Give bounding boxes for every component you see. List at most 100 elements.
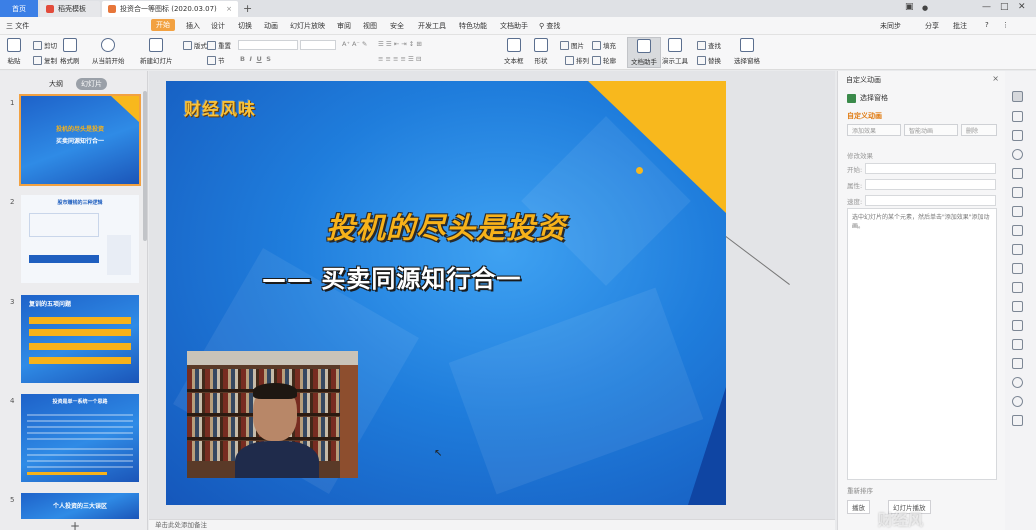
slide-thumbnail-5[interactable]: 个人投资的三大误区: [21, 493, 139, 519]
format-painter-button[interactable]: 格式刷: [60, 38, 80, 65]
layout-tool-icon[interactable]: [1012, 187, 1023, 198]
user-avatar-icon[interactable]: ●: [922, 4, 928, 12]
thumbnail-scrollbar[interactable]: [143, 91, 147, 241]
help-icon[interactable]: ?: [985, 21, 989, 29]
menu-view[interactable]: 视图: [363, 21, 377, 31]
slide-subtitle[interactable]: —— 买卖同源知行合一: [262, 259, 521, 294]
menu-transition[interactable]: 切换: [238, 21, 252, 31]
textbox-icon: [506, 38, 521, 52]
location-tool-icon[interactable]: [1012, 149, 1023, 160]
paste-label: 粘贴: [7, 57, 21, 65]
doc-assistant-button[interactable]: 文档助手: [627, 37, 661, 68]
close-panel-icon[interactable]: ×: [992, 74, 999, 83]
select-pane-link[interactable]: 选择窗格: [847, 93, 888, 103]
menu-insert[interactable]: 插入: [186, 21, 200, 31]
smart-animation-button[interactable]: 智能动画: [904, 124, 958, 136]
font-grow-button[interactable]: A⁺ A⁻ ✎: [342, 40, 367, 48]
section-button[interactable]: 节: [207, 55, 225, 65]
copy-button[interactable]: 复制: [33, 55, 57, 65]
play-from-current-button[interactable]: 从当前开始: [92, 38, 125, 65]
align-buttons[interactable]: ≡ ≡ ≡ ≡ ☰ ⊟: [378, 55, 421, 63]
menu-features[interactable]: 特色功能: [459, 21, 487, 31]
reset-button[interactable]: 重置: [207, 40, 231, 50]
textbox-button[interactable]: 文本框: [504, 38, 524, 65]
replace-button[interactable]: 替换: [697, 55, 721, 65]
grid-tool-icon[interactable]: [1012, 206, 1023, 217]
menu-developer[interactable]: 开发工具: [418, 21, 446, 31]
arrange-button[interactable]: 排列: [565, 55, 589, 65]
style-tool-icon[interactable]: [1012, 130, 1023, 141]
picture-tool-icon[interactable]: [1012, 339, 1023, 350]
presenter-tools-button[interactable]: 演示工具: [662, 38, 688, 65]
audio-tool-icon[interactable]: [1012, 358, 1023, 369]
menu-review[interactable]: 审阅: [337, 21, 351, 31]
chart-tool-icon[interactable]: [1012, 225, 1023, 236]
minimize-icon[interactable]: —: [982, 2, 991, 12]
tab-template[interactable]: 稻壳模板: [40, 1, 100, 17]
tab-document[interactable]: 投资合一等图标 (2020.03.07) ×: [102, 1, 238, 17]
shape-tool-icon[interactable]: [1012, 111, 1023, 122]
settings-tool-icon[interactable]: [1012, 377, 1023, 388]
image-tool-icon[interactable]: [1012, 301, 1023, 312]
tab-outline[interactable]: 大纲: [44, 78, 68, 90]
bar-chart-icon[interactable]: [1012, 244, 1023, 255]
start-select[interactable]: [865, 163, 996, 174]
share-button[interactable]: 分享: [925, 21, 939, 31]
menu-design[interactable]: 设计: [211, 21, 225, 31]
animation-tool-icon[interactable]: [1012, 91, 1023, 102]
bold-button[interactable]: B I U S: [240, 55, 271, 63]
thumb-sidebar: [107, 235, 131, 275]
table-tool-icon[interactable]: [1012, 263, 1023, 274]
menu-slideshow[interactable]: 幻灯片放映: [290, 21, 325, 31]
close-window-icon[interactable]: ✕: [1018, 2, 1026, 12]
menu-start[interactable]: 开始: [151, 19, 175, 31]
outline-button[interactable]: 轮廓: [592, 55, 616, 65]
new-tab-button[interactable]: +: [243, 2, 252, 15]
history-tool-icon[interactable]: [1012, 396, 1023, 407]
menu-file[interactable]: 三 文件: [6, 21, 29, 31]
custom-animation-panel: 自定义动画 × 选择窗格 自定义动画 添加效果 智能动画 删除 修改效果 开始:…: [837, 71, 1005, 530]
reorder-label[interactable]: 重新排序: [847, 485, 873, 495]
picture-button[interactable]: 图片: [560, 40, 584, 50]
animation-list[interactable]: 选中幻灯片的某个元素，然后单击"添加效果"添加动画。: [847, 208, 997, 480]
sync-status[interactable]: 未同步: [880, 21, 901, 31]
slide-thumbnail-4[interactable]: 投资是单一系统一个思路: [21, 394, 139, 482]
find-button[interactable]: 查找: [697, 40, 721, 50]
add-effect-button[interactable]: 添加效果: [847, 124, 901, 136]
menu-security[interactable]: 安全: [390, 21, 404, 31]
maximize-icon[interactable]: □: [1000, 2, 1009, 12]
menu-animation[interactable]: 动画: [264, 21, 278, 31]
list-buttons[interactable]: ☰ ☰ ⇤ ⇥ ↕ ⊞: [378, 40, 422, 48]
cut-button[interactable]: 剪切: [33, 40, 57, 50]
speed-select[interactable]: [865, 195, 996, 206]
font-name-select[interactable]: [238, 40, 298, 50]
slides-tool-icon[interactable]: [1012, 282, 1023, 293]
layout-button[interactable]: 版式: [183, 40, 207, 50]
export-tool-icon[interactable]: [1012, 415, 1023, 426]
property-select[interactable]: [865, 179, 996, 190]
slide-thumbnail-2[interactable]: 股市赚钱的三种逻辑: [21, 195, 139, 283]
tab-home[interactable]: 首页: [0, 0, 38, 17]
fill-button[interactable]: 填充: [592, 40, 616, 50]
slide-title[interactable]: 投机的尽头是投资: [166, 205, 726, 247]
delete-effect-button[interactable]: 删除: [961, 124, 997, 136]
window-icon[interactable]: ▣: [905, 2, 914, 12]
document-tool-icon[interactable]: [1012, 320, 1023, 331]
search-button[interactable]: ⚲ 查找: [539, 21, 560, 31]
paste-button[interactable]: 粘贴: [7, 38, 21, 65]
play-button[interactable]: 播放: [847, 500, 870, 514]
notes-bar[interactable]: 单击此处添加备注: [149, 519, 835, 530]
slide-thumbnail-3[interactable]: 复训的五项问题: [21, 295, 139, 383]
select-pane-button[interactable]: 选择窗格: [734, 38, 760, 65]
more-icon[interactable]: ⋮: [1002, 21, 1009, 29]
shape-button[interactable]: 形状: [534, 38, 548, 65]
tab-slides[interactable]: 幻灯片: [76, 78, 107, 90]
comment-button[interactable]: 批注: [953, 21, 967, 31]
slide-thumbnail-1[interactable]: 投机的尽头是投资 买卖同源知行合一: [19, 94, 141, 186]
new-slide-button[interactable]: 新建幻灯片: [140, 38, 173, 65]
cloud-tool-icon[interactable]: [1012, 168, 1023, 179]
close-tab-icon[interactable]: ×: [222, 5, 232, 13]
font-size-select[interactable]: [300, 40, 336, 50]
add-slide-button[interactable]: +: [70, 519, 80, 530]
menu-assistant[interactable]: 文档助手: [500, 21, 528, 31]
